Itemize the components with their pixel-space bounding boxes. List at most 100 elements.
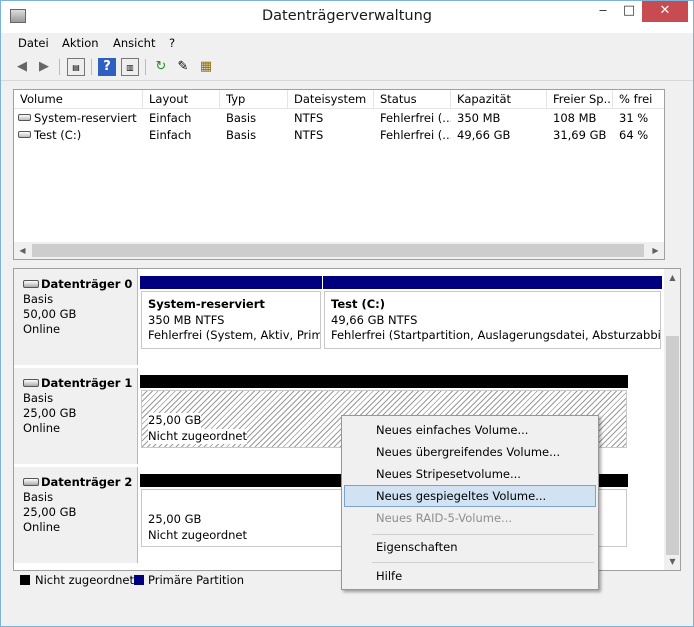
- back-arrow-icon[interactable]: ◀: [13, 58, 31, 76]
- status-cell: Fehlerfrei (...: [380, 111, 451, 125]
- disk-type: Basis: [23, 490, 54, 504]
- scroll-left-icon[interactable]: ◀: [14, 242, 31, 259]
- layout-cell: Einfach: [149, 111, 192, 125]
- legend-swatch-primary-partition: [134, 575, 144, 585]
- partition-details: System-reserviert 350 MB NTFS Fehlerfrei…: [141, 291, 321, 349]
- disk-size: 25,00 GB: [23, 406, 77, 420]
- disk-size: 25,00 GB: [23, 505, 77, 519]
- menu-bar: Datei Aktion Ansicht ?: [1, 33, 693, 53]
- rescan-disks-icon[interactable]: ▦: [197, 58, 215, 76]
- volume-icon: [18, 114, 31, 121]
- partition-test-c[interactable]: Test (C:) 49,66 GB NTFS Fehlerfrei (Star…: [323, 276, 662, 366]
- menu-item-new-striped-volume[interactable]: Neues Stripesetvolume...: [344, 463, 596, 485]
- refresh-icon[interactable]: ↻: [152, 58, 170, 76]
- scroll-up-icon[interactable]: ▲: [664, 269, 680, 286]
- menu-ansicht[interactable]: Ansicht: [113, 36, 155, 50]
- column-header-volume[interactable]: Volume: [14, 90, 143, 109]
- menu-separator: [372, 534, 594, 535]
- partition-status: Fehlerfrei (System, Aktiv, Primäre Parti…: [148, 328, 320, 342]
- context-menu: Neues einfaches Volume... Neues übergrei…: [341, 415, 599, 590]
- disk-icon: [23, 280, 39, 288]
- table-row[interactable]: System-reserviert Einfach Basis NTFS Feh…: [14, 110, 664, 127]
- capacity-cell: 49,66 GB: [457, 128, 511, 142]
- volume-list-header: Volume Layout Typ Dateisystem Status Kap…: [14, 90, 664, 109]
- column-header-free-space[interactable]: Freier Sp...: [547, 90, 613, 109]
- disk-status: Online: [23, 421, 61, 435]
- scroll-right-icon[interactable]: ▶: [647, 242, 664, 259]
- partition-title: Test (C:): [331, 297, 386, 311]
- table-row[interactable]: Test (C:) Einfach Basis NTFS Fehlerfrei …: [14, 127, 664, 144]
- toolbar: ◀ ▶ ▤ ? ▥ ↻ ✎ ▦: [1, 53, 693, 81]
- type-cell: Basis: [226, 111, 257, 125]
- filesystem-cell: NTFS: [294, 111, 324, 125]
- title-bar[interactable]: Datenträgerverwaltung ‒ □ ✕: [1, 1, 693, 33]
- legend-label-unallocated: Nicht zugeordnet: [35, 573, 135, 587]
- menu-aktion[interactable]: Aktion: [62, 36, 99, 50]
- menu-item-new-mirrored-volume[interactable]: Neues gespiegeltes Volume...: [344, 485, 596, 507]
- menu-item-new-simple-volume[interactable]: Neues einfaches Volume...: [344, 419, 596, 441]
- minimize-button[interactable]: ‒: [590, 1, 616, 22]
- disk-icon: [23, 478, 39, 486]
- free-space-cell: 31,69 GB: [553, 128, 607, 142]
- disk-name-label: Datenträger 1: [41, 376, 133, 390]
- menu-separator: [372, 562, 594, 563]
- column-header-percent-free[interactable]: % frei: [613, 90, 664, 109]
- partition-status: Fehlerfrei (Startpartition, Auslagerungs…: [331, 328, 661, 342]
- vertical-scroll-thumb[interactable]: [666, 336, 679, 555]
- volume-cell: Test (C:): [14, 127, 143, 144]
- column-header-type[interactable]: Typ: [220, 90, 288, 109]
- disk-status: Online: [23, 520, 61, 534]
- menu-item-properties[interactable]: Eigenschaften: [344, 536, 596, 558]
- menu-item-new-raid5-volume: Neues RAID-5-Volume...: [376, 511, 513, 525]
- column-header-capacity[interactable]: Kapazität: [451, 90, 547, 109]
- percent-free-cell: 64 %: [619, 128, 649, 142]
- horizontal-scroll-thumb[interactable]: [32, 244, 644, 257]
- horizontal-scrollbar[interactable]: ◀ ▶: [14, 242, 664, 259]
- layout-cell: Einfach: [149, 128, 192, 142]
- pane-splitter[interactable]: [13, 262, 665, 266]
- disk-status: Online: [23, 322, 61, 336]
- column-header-status[interactable]: Status: [374, 90, 451, 109]
- capacity-cell: 350 MB: [457, 111, 501, 125]
- free-space-cell: 108 MB: [553, 111, 597, 125]
- partition-size: 49,66 GB NTFS: [331, 312, 418, 327]
- disk-name: Datenträger 0: [23, 277, 137, 292]
- console-tree-icon[interactable]: ▤: [67, 58, 85, 76]
- vertical-scrollbar[interactable]: ▲ ▼: [664, 269, 680, 570]
- scroll-down-icon[interactable]: ▼: [664, 553, 680, 570]
- disk-icon: [23, 379, 39, 387]
- disk-info[interactable]: Datenträger 1 Basis 25,00 GB Online: [14, 368, 138, 464]
- percent-free-cell: 31 %: [619, 111, 649, 125]
- menu-item-new-spanned-volume[interactable]: Neues übergreifendes Volume...: [344, 441, 596, 463]
- forward-arrow-icon[interactable]: ▶: [35, 58, 53, 76]
- volume-list: Volume Layout Typ Dateisystem Status Kap…: [13, 89, 665, 260]
- partition-title: System-reserviert: [148, 297, 265, 311]
- partition-system-reserved[interactable]: System-reserviert 350 MB NTFS Fehlerfrei…: [140, 276, 322, 366]
- column-header-filesystem[interactable]: Dateisystem: [288, 90, 374, 109]
- type-cell: Basis: [226, 128, 257, 142]
- maximize-button[interactable]: □: [616, 1, 642, 22]
- toolbar-separator: [91, 59, 92, 75]
- action-pane-icon[interactable]: ▥: [121, 58, 139, 76]
- volume-icon: [18, 131, 31, 138]
- partition-status: Nicht zugeordnet: [148, 428, 248, 444]
- help-icon[interactable]: ?: [98, 58, 116, 76]
- menu-help[interactable]: ?: [169, 36, 175, 50]
- disk-info[interactable]: Datenträger 2 Basis 25,00 GB Online: [14, 467, 138, 563]
- primary-partition-bar: [140, 276, 322, 289]
- status-cell: Fehlerfrei (...: [380, 128, 451, 142]
- partition-size: 350 MB NTFS: [148, 312, 225, 327]
- disk-info[interactable]: Datenträger 0 Basis 50,00 GB Online: [14, 269, 138, 365]
- menu-item-help[interactable]: Hilfe: [344, 565, 596, 587]
- column-header-layout[interactable]: Layout: [143, 90, 220, 109]
- disk-name-label: Datenträger 0: [41, 277, 133, 291]
- main-window: Datenträgerverwaltung ‒ □ ✕ Datei Aktion…: [0, 0, 694, 627]
- close-button[interactable]: ✕: [642, 1, 688, 22]
- disk-name: Datenträger 2: [23, 475, 137, 490]
- legend-label-primary-partition: Primäre Partition: [148, 573, 245, 587]
- properties-icon[interactable]: ✎: [174, 58, 192, 76]
- menu-datei[interactable]: Datei: [18, 36, 49, 50]
- unallocated-bar: [140, 375, 628, 388]
- volume-cell: System-reserviert: [14, 110, 143, 127]
- disk-size: 50,00 GB: [23, 307, 77, 321]
